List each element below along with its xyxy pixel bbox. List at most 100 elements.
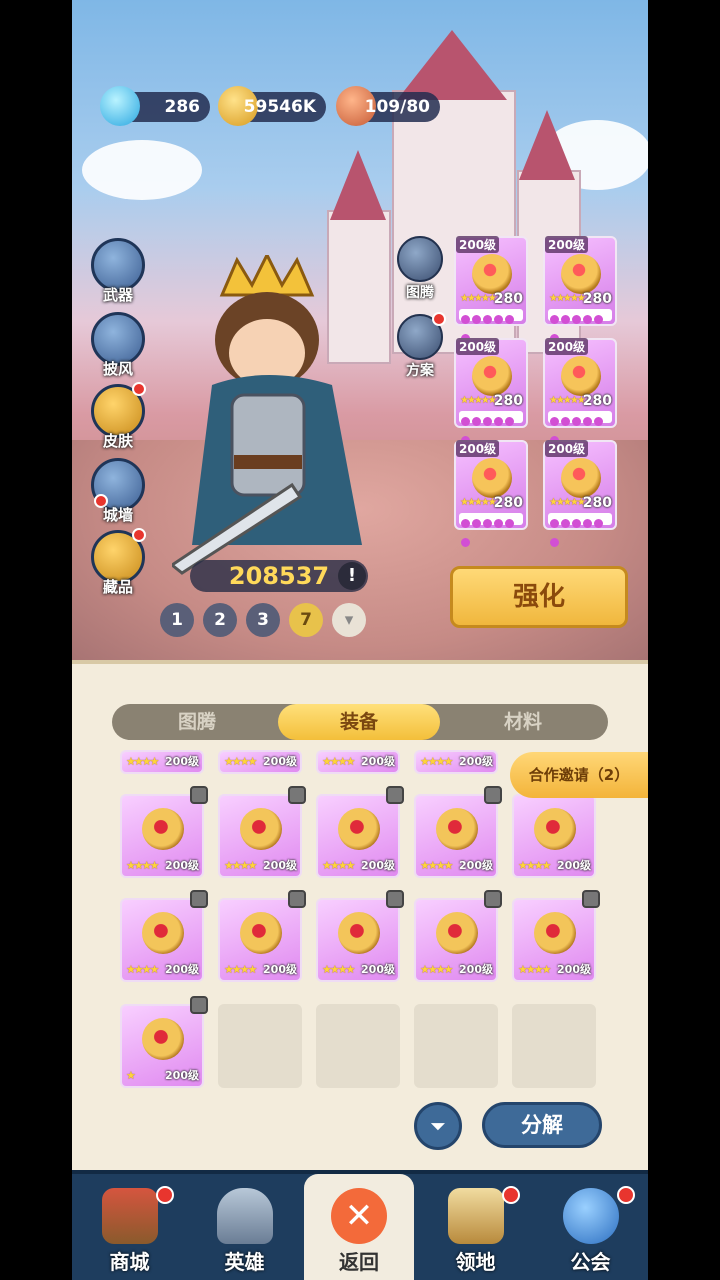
side-weapon-button[interactable]: 武器	[90, 238, 146, 305]
side-collection-button[interactable]: 藏品	[90, 528, 146, 597]
lock-icon[interactable]	[484, 786, 502, 804]
star-rating: ★★★★	[322, 755, 355, 768]
inventory-item[interactable]: ★★★★ 200级	[512, 890, 600, 982]
game-screen: 286 59546K 109/80 武器 披风 皮肤 城墙 藏品 208537 …	[72, 0, 648, 1280]
nav-heroes[interactable]: 英雄	[187, 1174, 302, 1280]
lock-icon[interactable]	[288, 786, 306, 804]
side-skin-button[interactable]: 皮肤	[90, 382, 146, 451]
castle-roof	[519, 110, 575, 180]
inventory-item[interactable]: ★ 200级	[120, 996, 208, 1088]
planet-icon	[562, 1188, 619, 1244]
filter-icon: ⏷	[430, 1114, 446, 1138]
lock-icon[interactable]	[484, 890, 502, 908]
item-level: 200级	[165, 963, 199, 976]
inventory-item[interactable]: ★★★★ 200级	[512, 794, 596, 878]
item-level: 200级	[459, 859, 493, 872]
inventory-item[interactable]: ★★★★ 200级	[316, 786, 404, 878]
equipped-armor-slot[interactable]: 200级 ★★★★★ 280	[454, 338, 528, 445]
side-cloak-button[interactable]: 披风	[90, 312, 146, 379]
inventory-item[interactable]: ★★★★ 200级	[414, 890, 502, 982]
preset-expand-button[interactable]: ▾	[332, 603, 366, 637]
totem-button[interactable]: 图腾	[396, 236, 444, 302]
star-rating: ★★★★★	[460, 293, 497, 304]
filter-button[interactable]: ⏷	[414, 1102, 462, 1150]
inventory-item[interactable]: ★★★★ 200级	[120, 750, 204, 774]
lock-icon[interactable]	[190, 996, 208, 1014]
ring-icon	[338, 808, 380, 850]
totem-icon	[397, 236, 443, 282]
boots-icon	[436, 912, 478, 954]
inventory-item[interactable]: ★★★★ 200级	[414, 750, 498, 774]
equip-value: 280	[493, 291, 523, 307]
preset-7-button[interactable]: 7	[289, 603, 323, 637]
equip-value: 280	[582, 393, 612, 409]
tab-materials[interactable]: 材料	[442, 704, 604, 740]
cloud	[82, 140, 202, 200]
equipped-helmet-slot[interactable]: 200级 ★★★★★ 280	[543, 440, 617, 547]
lock-icon[interactable]	[386, 786, 404, 804]
item-level: 200级	[459, 755, 493, 768]
lock-icon[interactable]	[386, 890, 404, 908]
lock-icon[interactable]	[582, 890, 600, 908]
enhance-button[interactable]: 强化	[450, 566, 628, 628]
equipped-horn-slot[interactable]: 200级 ★★★★★ 280	[543, 338, 617, 445]
preset-3-button[interactable]: 3	[246, 603, 280, 637]
plan-button[interactable]: 方案	[396, 312, 446, 380]
lock-icon[interactable]	[190, 786, 208, 804]
stamina-counter[interactable]: 109/80	[336, 86, 440, 126]
nav-guild[interactable]: 公会	[533, 1174, 648, 1280]
inventory-item[interactable]: ★★★★ 200级	[120, 890, 208, 982]
side-cloak-label: 披风	[102, 360, 133, 378]
empty-slot	[414, 1004, 498, 1088]
equipped-ring-slot[interactable]: 200级 ★★★★★ 280	[543, 236, 617, 343]
gem-sockets	[459, 309, 523, 343]
nav-shop[interactable]: 商城	[72, 1174, 187, 1280]
item-level: 200级	[165, 1069, 199, 1082]
nav-shop-label: 商城	[109, 1250, 150, 1274]
star-rating: ★★★★★	[549, 497, 586, 508]
inventory-item[interactable]: ★★★★ 200级	[218, 890, 306, 982]
preset-1-button[interactable]: 1	[160, 603, 194, 637]
inventory-item[interactable]: ★★★★ 200级	[120, 786, 208, 878]
hero-character[interactable]	[172, 255, 392, 575]
equip-value: 280	[493, 393, 523, 409]
totem-label: 图腾	[406, 285, 434, 301]
lock-icon[interactable]	[288, 890, 306, 908]
nav-territory-label: 领地	[455, 1250, 496, 1274]
power-info-button[interactable]: !	[338, 562, 366, 590]
helmet-icon	[216, 1188, 273, 1244]
side-wall-button[interactable]: 城墙	[90, 458, 146, 525]
coop-invite-button[interactable]: 合作邀请（2）	[510, 752, 648, 798]
gem-counter[interactable]: 286	[100, 86, 210, 126]
equip-level: 200级	[545, 236, 589, 253]
equip-value: 280	[582, 495, 612, 511]
inventory-item[interactable]: ★★★★ 200级	[316, 890, 404, 982]
tab-totem[interactable]: 图腾	[116, 704, 278, 740]
horn-icon	[561, 356, 601, 396]
inventory-item[interactable]: ★★★★ 200级	[218, 750, 302, 774]
diamond-icon	[100, 86, 140, 126]
star-rating: ★★★★	[126, 859, 159, 872]
star-rating: ★★★★	[322, 859, 355, 872]
tab-equipment[interactable]: 装备	[278, 704, 440, 740]
inventory-item[interactable]: ★★★★ 200级	[316, 750, 400, 774]
item-level: 200级	[459, 963, 493, 976]
nav-guild-label: 公会	[570, 1250, 611, 1274]
equipped-boots-slot[interactable]: 200级 ★★★★★ 280	[454, 440, 528, 547]
decompose-button[interactable]: 分解	[482, 1102, 602, 1148]
gold-counter[interactable]: 59546K	[218, 86, 326, 126]
star-rating: ★★★★	[224, 755, 257, 768]
equipped-weapon-slot[interactable]: 200级 ★★★★★ 280	[454, 236, 528, 343]
nav-territory[interactable]: 领地	[418, 1174, 533, 1280]
gem-sockets	[548, 309, 612, 343]
star-rating: ★★★★	[126, 755, 159, 768]
castle-icon	[447, 1188, 504, 1244]
item-level: 200级	[263, 755, 297, 768]
inventory-item[interactable]: ★★★★ 200级	[218, 786, 306, 878]
inventory-item[interactable]: ★★★★ 200级	[414, 786, 502, 878]
lock-icon[interactable]	[190, 890, 208, 908]
nav-back[interactable]: ✕ 返回	[304, 1174, 414, 1280]
preset-2-button[interactable]: 2	[203, 603, 237, 637]
notification-dot	[617, 1186, 635, 1204]
ring-icon	[240, 808, 282, 850]
